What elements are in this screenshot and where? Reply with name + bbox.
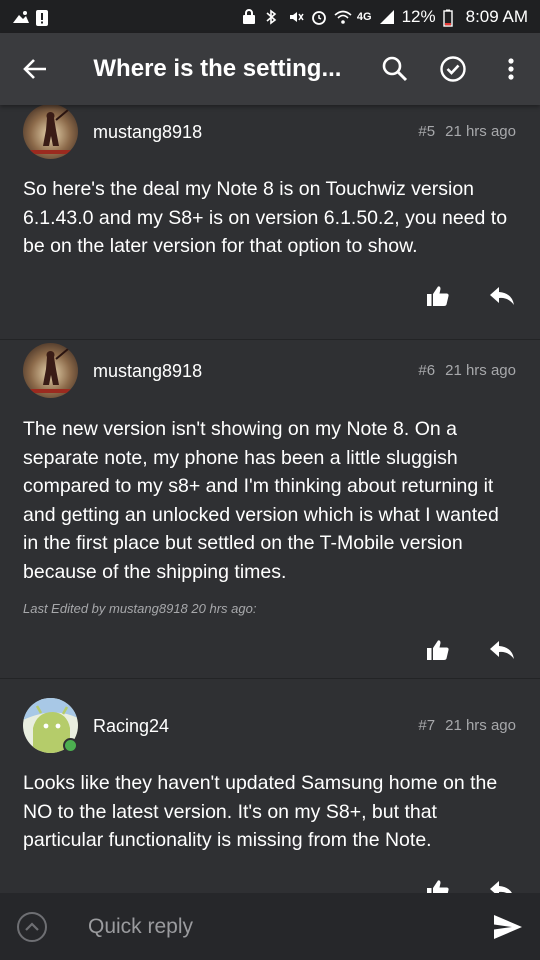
mute-icon bbox=[288, 9, 304, 25]
edited-note: Last Edited by mustang8918 20 hrs ago: bbox=[23, 601, 257, 616]
post-username[interactable]: mustang8918 bbox=[93, 361, 202, 382]
post-meta: #5 21 hrs ago bbox=[418, 123, 516, 140]
page-title: Where is the setting... bbox=[93, 55, 342, 82]
send-icon bbox=[494, 914, 522, 939]
avatar[interactable] bbox=[23, 343, 78, 398]
quick-reply-bar bbox=[0, 893, 540, 960]
clock: 8:09 AM bbox=[465, 6, 528, 26]
like-button[interactable] bbox=[424, 284, 452, 308]
thumbs-up-icon bbox=[427, 880, 449, 893]
signal-icon bbox=[379, 9, 395, 25]
reply-button[interactable] bbox=[488, 638, 516, 662]
send-button[interactable] bbox=[478, 893, 538, 960]
bluetooth-icon bbox=[265, 8, 281, 25]
reply-icon bbox=[490, 641, 514, 659]
like-button[interactable] bbox=[424, 638, 452, 662]
post-meta: #7 21 hrs ago bbox=[418, 717, 516, 734]
post-body: Looks like they haven't updated Samsung … bbox=[23, 772, 498, 851]
reply-button[interactable] bbox=[488, 878, 516, 893]
expand-reply-button[interactable] bbox=[0, 893, 64, 960]
network-type: 4G bbox=[356, 10, 372, 23]
post-body: So here's the deal my Note 8 is on Touch… bbox=[23, 178, 508, 257]
post-list[interactable]: mustang8918 #5 21 hrs ago So here's the d… bbox=[0, 105, 540, 893]
post-number[interactable]: #6 bbox=[418, 362, 435, 379]
reply-icon bbox=[490, 287, 514, 305]
back-arrow-icon bbox=[22, 59, 46, 79]
post-username[interactable]: mustang8918 bbox=[93, 122, 202, 143]
avatar-warrior-image bbox=[23, 343, 78, 398]
post-body: The new version isn't showing on my Note… bbox=[23, 418, 499, 583]
post-meta: #6 21 hrs ago bbox=[418, 362, 516, 379]
post: Racing24 #7 21 hrs ago Looks like they ha… bbox=[0, 679, 540, 893]
chevron-up-circle-icon bbox=[17, 911, 47, 942]
overflow-menu-button[interactable] bbox=[482, 40, 540, 98]
thumbs-up-icon bbox=[427, 286, 449, 306]
post-time: 21 hrs ago bbox=[445, 123, 516, 140]
reply-button[interactable] bbox=[488, 284, 516, 308]
post-time: 21 hrs ago bbox=[445, 362, 516, 379]
notification-icon bbox=[12, 9, 29, 25]
thumbs-up-icon bbox=[427, 640, 449, 660]
post: mustang8918 #6 21 hrs ago The new version… bbox=[0, 340, 540, 679]
post-number[interactable]: #5 bbox=[418, 123, 435, 140]
check-circle-icon bbox=[440, 56, 466, 82]
lock-icon bbox=[242, 8, 258, 25]
search-icon bbox=[382, 56, 408, 82]
alert-icon bbox=[35, 9, 51, 26]
post-time: 21 hrs ago bbox=[445, 717, 516, 734]
post: mustang8918 #5 21 hrs ago So here's the d… bbox=[0, 105, 540, 340]
avatar-warrior-image bbox=[23, 105, 78, 159]
battery-icon bbox=[442, 9, 459, 27]
mark-read-button[interactable] bbox=[424, 40, 482, 98]
status-bar: 4G 12% 8:09 AM bbox=[0, 0, 540, 33]
app-bar: Where is the setting... bbox=[0, 33, 540, 105]
wifi-icon bbox=[334, 9, 352, 25]
search-button[interactable] bbox=[366, 40, 424, 98]
more-vertical-icon bbox=[508, 58, 514, 80]
like-button[interactable] bbox=[424, 878, 452, 893]
online-status-dot bbox=[63, 738, 78, 753]
battery-percent: 12% bbox=[401, 6, 436, 26]
back-button[interactable] bbox=[0, 33, 69, 105]
quick-reply-input[interactable] bbox=[86, 913, 470, 940]
avatar[interactable] bbox=[23, 105, 78, 159]
post-number[interactable]: #7 bbox=[418, 717, 435, 734]
post-username[interactable]: Racing24 bbox=[93, 716, 169, 737]
reply-icon bbox=[490, 881, 512, 893]
alarm-icon bbox=[311, 9, 327, 25]
